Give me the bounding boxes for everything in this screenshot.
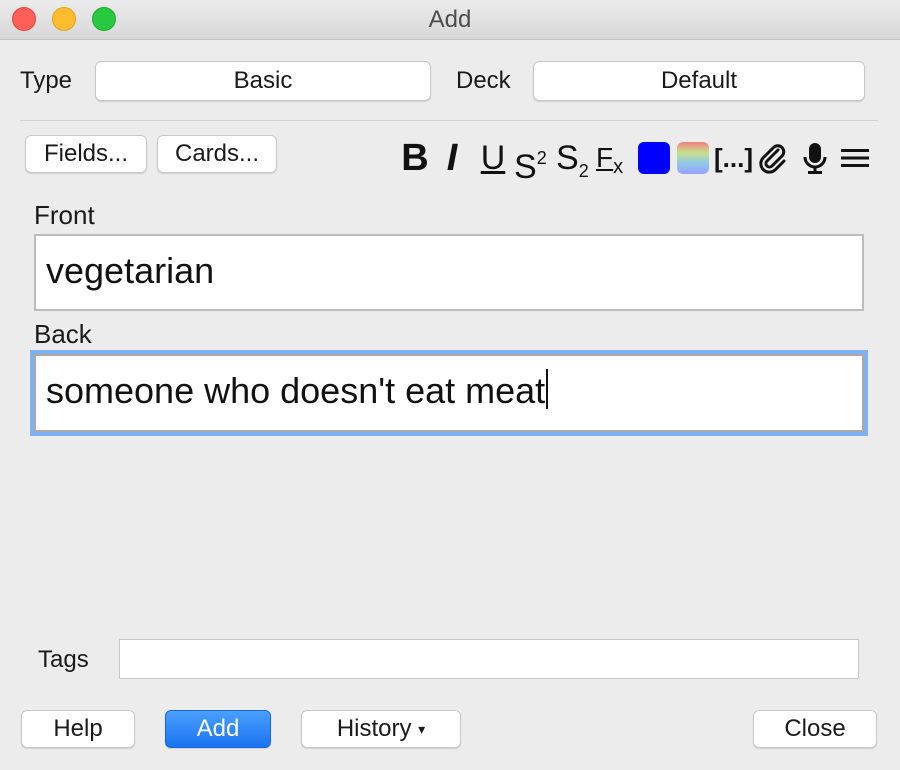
back-field-text: someone who doesn't eat meat	[46, 370, 546, 411]
clear-format-x: x	[613, 156, 624, 178]
window-title: Add	[428, 6, 472, 33]
italic-button[interactable]: I	[440, 138, 464, 178]
underline-button[interactable]: U	[478, 138, 508, 178]
superscript-base: S	[514, 148, 537, 186]
text-color-button[interactable]	[638, 142, 670, 174]
paperclip-icon	[759, 144, 786, 174]
menu-icon	[841, 149, 869, 167]
type-label: Type	[20, 67, 73, 94]
bold-button[interactable]: B	[398, 138, 432, 178]
back-field[interactable]: someone who doesn't eat meat	[34, 354, 864, 432]
field-label-front: Front	[34, 200, 95, 230]
close-button[interactable]: Close	[753, 710, 877, 748]
subscript-button[interactable]: S2	[556, 138, 594, 181]
subscript-base: S	[556, 139, 579, 177]
clear-format-button[interactable]: Fx	[596, 138, 634, 178]
cards-button[interactable]: Cards...	[157, 135, 277, 173]
field-label-back: Back	[34, 319, 92, 349]
front-field[interactable]: vegetarian	[34, 234, 864, 311]
title-bar: Add	[0, 0, 900, 40]
add-button[interactable]: Add	[165, 710, 271, 748]
subscript-mark: 2	[578, 161, 589, 181]
superscript-mark: 2	[536, 148, 547, 168]
formatting-toolbar: B I U S2 S2 Fx [...]	[398, 138, 876, 186]
tags-input[interactable]	[119, 639, 859, 679]
deck-label: Deck	[456, 67, 511, 94]
divider	[20, 120, 878, 121]
note-type-selector[interactable]: Basic	[95, 61, 431, 101]
cloze-button[interactable]: [...]	[714, 138, 753, 178]
more-options-button[interactable]	[838, 138, 872, 178]
text-cursor	[546, 369, 549, 409]
highlight-color-button[interactable]	[677, 142, 709, 174]
record-audio-button[interactable]	[798, 138, 832, 178]
superscript-button[interactable]: S2	[514, 138, 552, 186]
chevron-down-icon: ▾	[418, 721, 426, 737]
history-button[interactable]: History ▾	[301, 710, 461, 748]
microphone-icon	[803, 143, 827, 174]
attach-button[interactable]	[756, 138, 790, 178]
clear-format-base: F	[596, 142, 614, 173]
help-button[interactable]: Help	[21, 710, 135, 748]
fields-button[interactable]: Fields...	[25, 135, 147, 173]
tags-label: Tags	[38, 646, 89, 673]
deck-selector[interactable]: Default	[533, 61, 865, 101]
history-label: History	[336, 715, 412, 742]
